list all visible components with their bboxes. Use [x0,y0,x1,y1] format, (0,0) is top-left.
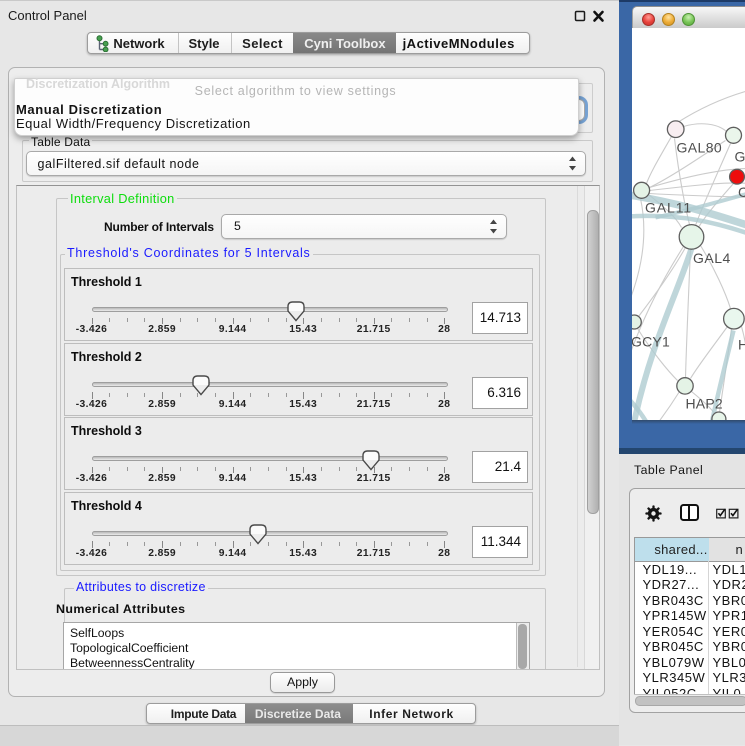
svg-text:GCY1: GCY1 [632,333,670,349]
svg-text:GAL80: GAL80 [676,139,722,155]
svg-text:GAL7: GAL7 [734,148,745,164]
svg-text:HAP2: HAP2 [685,395,722,411]
svg-text:GAL4: GAL4 [693,250,731,266]
svg-text:GAL11: GAL11 [645,199,692,215]
svg-text:CD: CD [738,184,745,200]
svg-text:HA: HA [738,336,745,352]
